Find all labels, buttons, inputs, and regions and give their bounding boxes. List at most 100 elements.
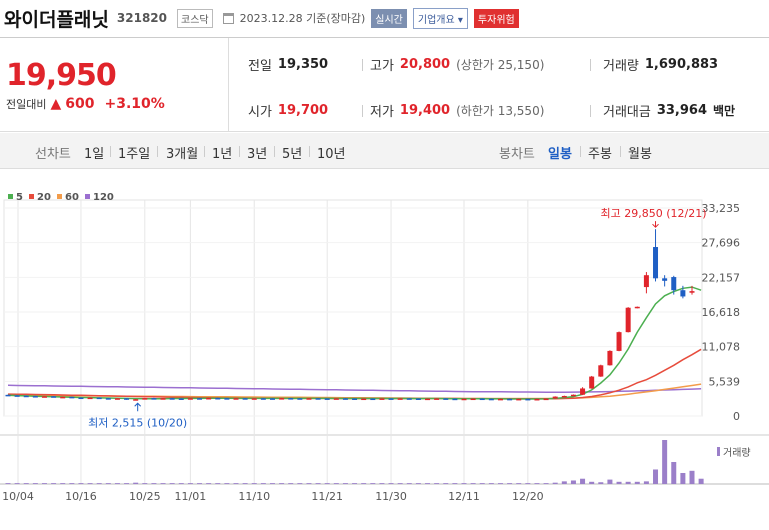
low-label: 저가 — [370, 105, 394, 120]
volume-bar — [525, 483, 531, 484]
volume-bar — [589, 481, 595, 484]
low-value: 19,400 — [399, 103, 451, 118]
period-1y[interactable]: 1년 — [212, 143, 232, 162]
stock-name: 와이더플래닛 — [4, 8, 109, 31]
candle-body — [160, 398, 166, 400]
candle-body — [142, 398, 148, 400]
candle-chart-button[interactable]: 봉차트 — [499, 143, 535, 162]
divider — [362, 59, 363, 71]
candle-body — [260, 398, 266, 400]
candle-body — [342, 398, 348, 400]
high-label: 고가 — [370, 59, 394, 74]
current-price: 19,950 — [6, 58, 117, 93]
company-info-button[interactable]: 기업개요 ▾ — [412, 7, 468, 29]
candle-body — [333, 398, 339, 400]
volume-bar — [497, 483, 503, 484]
candle-body — [242, 398, 248, 400]
volume-bar — [534, 483, 540, 484]
x-tick-label: 10/04 — [2, 490, 34, 503]
quote-date: 2023.12.28 기준(장마감) — [239, 12, 366, 25]
period-10y[interactable]: 10년 — [317, 143, 346, 162]
candle-body — [643, 275, 649, 288]
price-chart[interactable]: 10/04 10/16 10/25 11/01 11/10 11/21 11/30 12/11… — [0, 170, 769, 530]
candle-body — [87, 397, 93, 400]
candle-body — [379, 398, 385, 400]
stock-code: 321820 — [116, 11, 167, 25]
legend-swatch — [29, 194, 34, 199]
volume-bar — [662, 440, 668, 484]
candle-body — [133, 399, 139, 401]
volume-bar — [434, 483, 440, 484]
volume-bar — [333, 483, 339, 484]
realtime-button[interactable]: 실시간 — [371, 8, 407, 28]
y-tick-label: 27,696 — [702, 237, 741, 250]
candle-body — [96, 397, 102, 400]
volume-bar — [488, 483, 494, 484]
volume-bar — [516, 483, 522, 484]
period-monthly[interactable]: 월봉 — [628, 143, 652, 162]
candle-body — [452, 398, 458, 401]
legend-swatch — [85, 194, 90, 199]
candle-body — [680, 290, 686, 297]
volume-bar — [197, 483, 203, 484]
candle-body — [124, 398, 130, 400]
candle-body — [516, 398, 522, 401]
legend-label: 60 — [65, 192, 79, 203]
candle-body — [315, 398, 321, 400]
period-3y[interactable]: 3년 — [247, 143, 267, 162]
volume: 거래량 1,690,883 — [603, 55, 718, 74]
max-arrow-icon — [652, 221, 659, 228]
period-weekly[interactable]: 주봉 — [588, 143, 612, 162]
high-value: 20,800 — [399, 57, 451, 72]
candle-body — [589, 376, 595, 389]
candle-body — [653, 247, 659, 279]
volume-bar — [570, 480, 576, 484]
period-1d[interactable]: 1일 — [84, 143, 104, 162]
volume-bar — [507, 483, 513, 484]
high-price: 고가 20,800 (상한가 25,150) — [370, 55, 544, 74]
volume-bar — [233, 483, 239, 484]
volume-bar — [160, 483, 166, 484]
volume-bar — [78, 483, 84, 484]
open-value: 19,700 — [277, 103, 329, 118]
y-tick-label: 16,618 — [702, 306, 741, 319]
period-1w[interactable]: 1주일 — [118, 143, 150, 162]
candle-body — [197, 398, 203, 400]
volume-bar — [671, 462, 677, 484]
y-tick-label: 11,078 — [702, 341, 741, 354]
volume-bar — [425, 483, 431, 484]
candle-body — [561, 395, 567, 398]
candle-body — [361, 398, 367, 401]
candle-body — [662, 278, 668, 281]
volume-bar — [151, 483, 157, 484]
candle-body — [215, 397, 221, 400]
volume-value: 1,690,883 — [644, 57, 719, 72]
calendar-icon — [222, 12, 234, 24]
volume-bar — [306, 483, 312, 484]
candle-body — [406, 398, 412, 400]
volume-bar — [370, 483, 376, 484]
volume-bar — [32, 483, 38, 484]
candle-body — [269, 398, 275, 400]
x-tick-label: 10/25 — [129, 490, 161, 503]
candle-body — [14, 395, 20, 397]
volume-bar — [297, 483, 303, 484]
period-3m[interactable]: 3개월 — [166, 143, 198, 162]
volume-bar — [133, 482, 139, 484]
company-info-label: 기업개요 — [417, 14, 455, 26]
period-daily[interactable]: 일봉 — [548, 143, 572, 162]
volume-bar — [607, 479, 613, 484]
candle-body — [497, 398, 503, 401]
volume-bar — [698, 478, 704, 484]
divider — [110, 146, 111, 157]
volume-bar — [561, 481, 567, 484]
volume-bar — [397, 483, 403, 484]
period-5y[interactable]: 5년 — [282, 143, 302, 162]
candle-body — [552, 396, 558, 399]
candle-body — [297, 398, 303, 400]
candle-body — [233, 398, 239, 400]
open-label: 시가 — [248, 105, 272, 120]
line-chart-button[interactable]: 선차트 — [35, 143, 71, 162]
volume-bar — [242, 483, 248, 484]
x-tick-label: 11/10 — [238, 490, 270, 503]
